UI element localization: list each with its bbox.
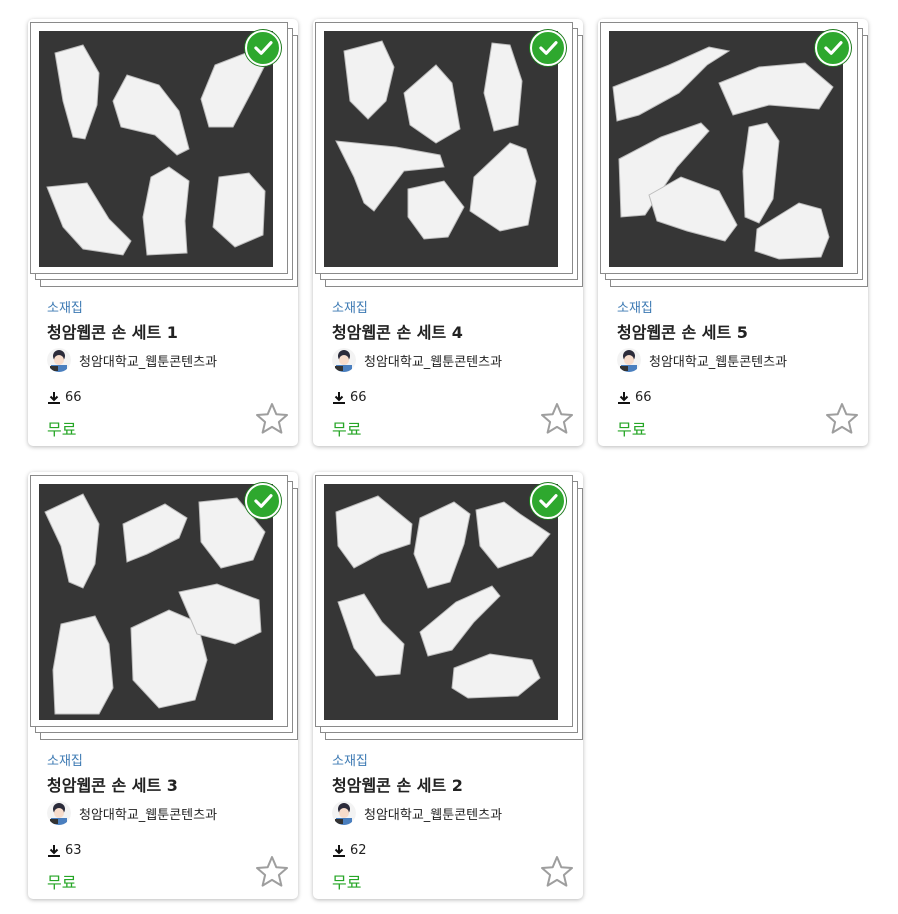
hand-drawings-image: [44, 493, 266, 715]
author-avatar: [47, 348, 71, 372]
author-name: 청암대학교_웹툰콘텐츠과: [364, 354, 503, 370]
hand-drawings-image: [46, 44, 268, 256]
author-info[interactable]: 청암대학교_웹툰콘텐츠과: [332, 801, 502, 825]
asset-card[interactable]: 소재집 청암웹콘 손 세트 4 청암대학교_웹툰콘텐츠과 66 무료: [313, 19, 583, 446]
author-avatar: [332, 348, 356, 372]
author-name: 청암대학교_웹툰콘텐츠과: [649, 354, 788, 370]
download-count-value: 66: [635, 390, 652, 405]
category-label[interactable]: 소재집: [47, 297, 83, 316]
price-label: 무료: [47, 873, 77, 892]
download-count-value: 63: [65, 843, 82, 858]
star-outline-icon[interactable]: [254, 854, 290, 890]
asset-title[interactable]: 청암웹콘 손 세트 5: [617, 319, 748, 343]
asset-grid: 소재집 청암웹콘 손 세트 1 청암대학교_웹툰콘텐츠과 66 무료 소재집 청…: [0, 0, 898, 914]
download-count: 62: [332, 843, 367, 858]
hand-drawings-image: [335, 40, 537, 240]
author-avatar: [332, 801, 356, 825]
price-label: 무료: [332, 420, 362, 439]
asset-title[interactable]: 청암웹콘 손 세트 2: [332, 772, 463, 796]
download-icon: [332, 391, 346, 405]
asset-card[interactable]: 소재집 청암웹콘 손 세트 3 청암대학교_웹툰콘텐츠과 63 무료: [28, 472, 298, 899]
selected-check-icon[interactable]: [245, 483, 281, 519]
hand-sketch-thumbnail: [609, 31, 843, 267]
download-count: 66: [617, 390, 652, 405]
author-info[interactable]: 청암대학교_웹툰콘텐츠과: [47, 801, 217, 825]
download-count: 66: [332, 390, 367, 405]
download-count: 63: [47, 843, 82, 858]
asset-title[interactable]: 청암웹콘 손 세트 1: [47, 319, 178, 343]
star-outline-icon[interactable]: [539, 401, 575, 437]
download-icon: [617, 391, 631, 405]
author-avatar: [47, 801, 71, 825]
star-outline-icon[interactable]: [824, 401, 860, 437]
category-label[interactable]: 소재집: [617, 297, 653, 316]
asset-card[interactable]: 소재집 청암웹콘 손 세트 2 청암대학교_웹툰콘텐츠과 62 무료: [313, 472, 583, 899]
download-count-value: 66: [65, 390, 82, 405]
asset-card[interactable]: 소재집 청암웹콘 손 세트 1 청암대학교_웹툰콘텐츠과 66 무료: [28, 19, 298, 446]
download-count-value: 62: [350, 843, 367, 858]
author-name: 청암대학교_웹툰콘텐츠과: [79, 807, 218, 823]
hand-drawings-image: [612, 46, 834, 260]
asset-title[interactable]: 청암웹콘 손 세트 4: [332, 319, 463, 343]
hand-sketch-thumbnail: [39, 484, 273, 720]
download-count-value: 66: [350, 390, 367, 405]
download-count: 66: [47, 390, 82, 405]
hand-sketch-thumbnail: [324, 31, 558, 267]
author-info[interactable]: 청암대학교_웹툰콘텐츠과: [617, 348, 787, 372]
category-label[interactable]: 소재집: [332, 750, 368, 769]
asset-title[interactable]: 청암웹콘 손 세트 3: [47, 772, 178, 796]
selected-check-icon[interactable]: [530, 483, 566, 519]
star-outline-icon[interactable]: [254, 401, 290, 437]
price-label: 무료: [47, 420, 77, 439]
category-label[interactable]: 소재집: [332, 297, 368, 316]
selected-check-icon[interactable]: [815, 30, 851, 66]
author-info[interactable]: 청암대학교_웹툰콘텐츠과: [47, 348, 217, 372]
price-label: 무료: [332, 873, 362, 892]
selected-check-icon[interactable]: [245, 30, 281, 66]
hand-sketch-thumbnail: [324, 484, 558, 720]
author-avatar: [617, 348, 641, 372]
download-icon: [332, 844, 346, 858]
download-icon: [47, 844, 61, 858]
author-name: 청암대학교_웹툰콘텐츠과: [364, 807, 503, 823]
category-label[interactable]: 소재집: [47, 750, 83, 769]
price-label: 무료: [617, 420, 647, 439]
author-info[interactable]: 청암대학교_웹툰콘텐츠과: [332, 348, 502, 372]
hand-sketch-thumbnail: [39, 31, 273, 267]
selected-check-icon[interactable]: [530, 30, 566, 66]
hand-drawings-image: [335, 495, 551, 699]
download-icon: [47, 391, 61, 405]
star-outline-icon[interactable]: [539, 854, 575, 890]
author-name: 청암대학교_웹툰콘텐츠과: [79, 354, 218, 370]
asset-card[interactable]: 소재집 청암웹콘 손 세트 5 청암대학교_웹툰콘텐츠과 66 무료: [598, 19, 868, 446]
